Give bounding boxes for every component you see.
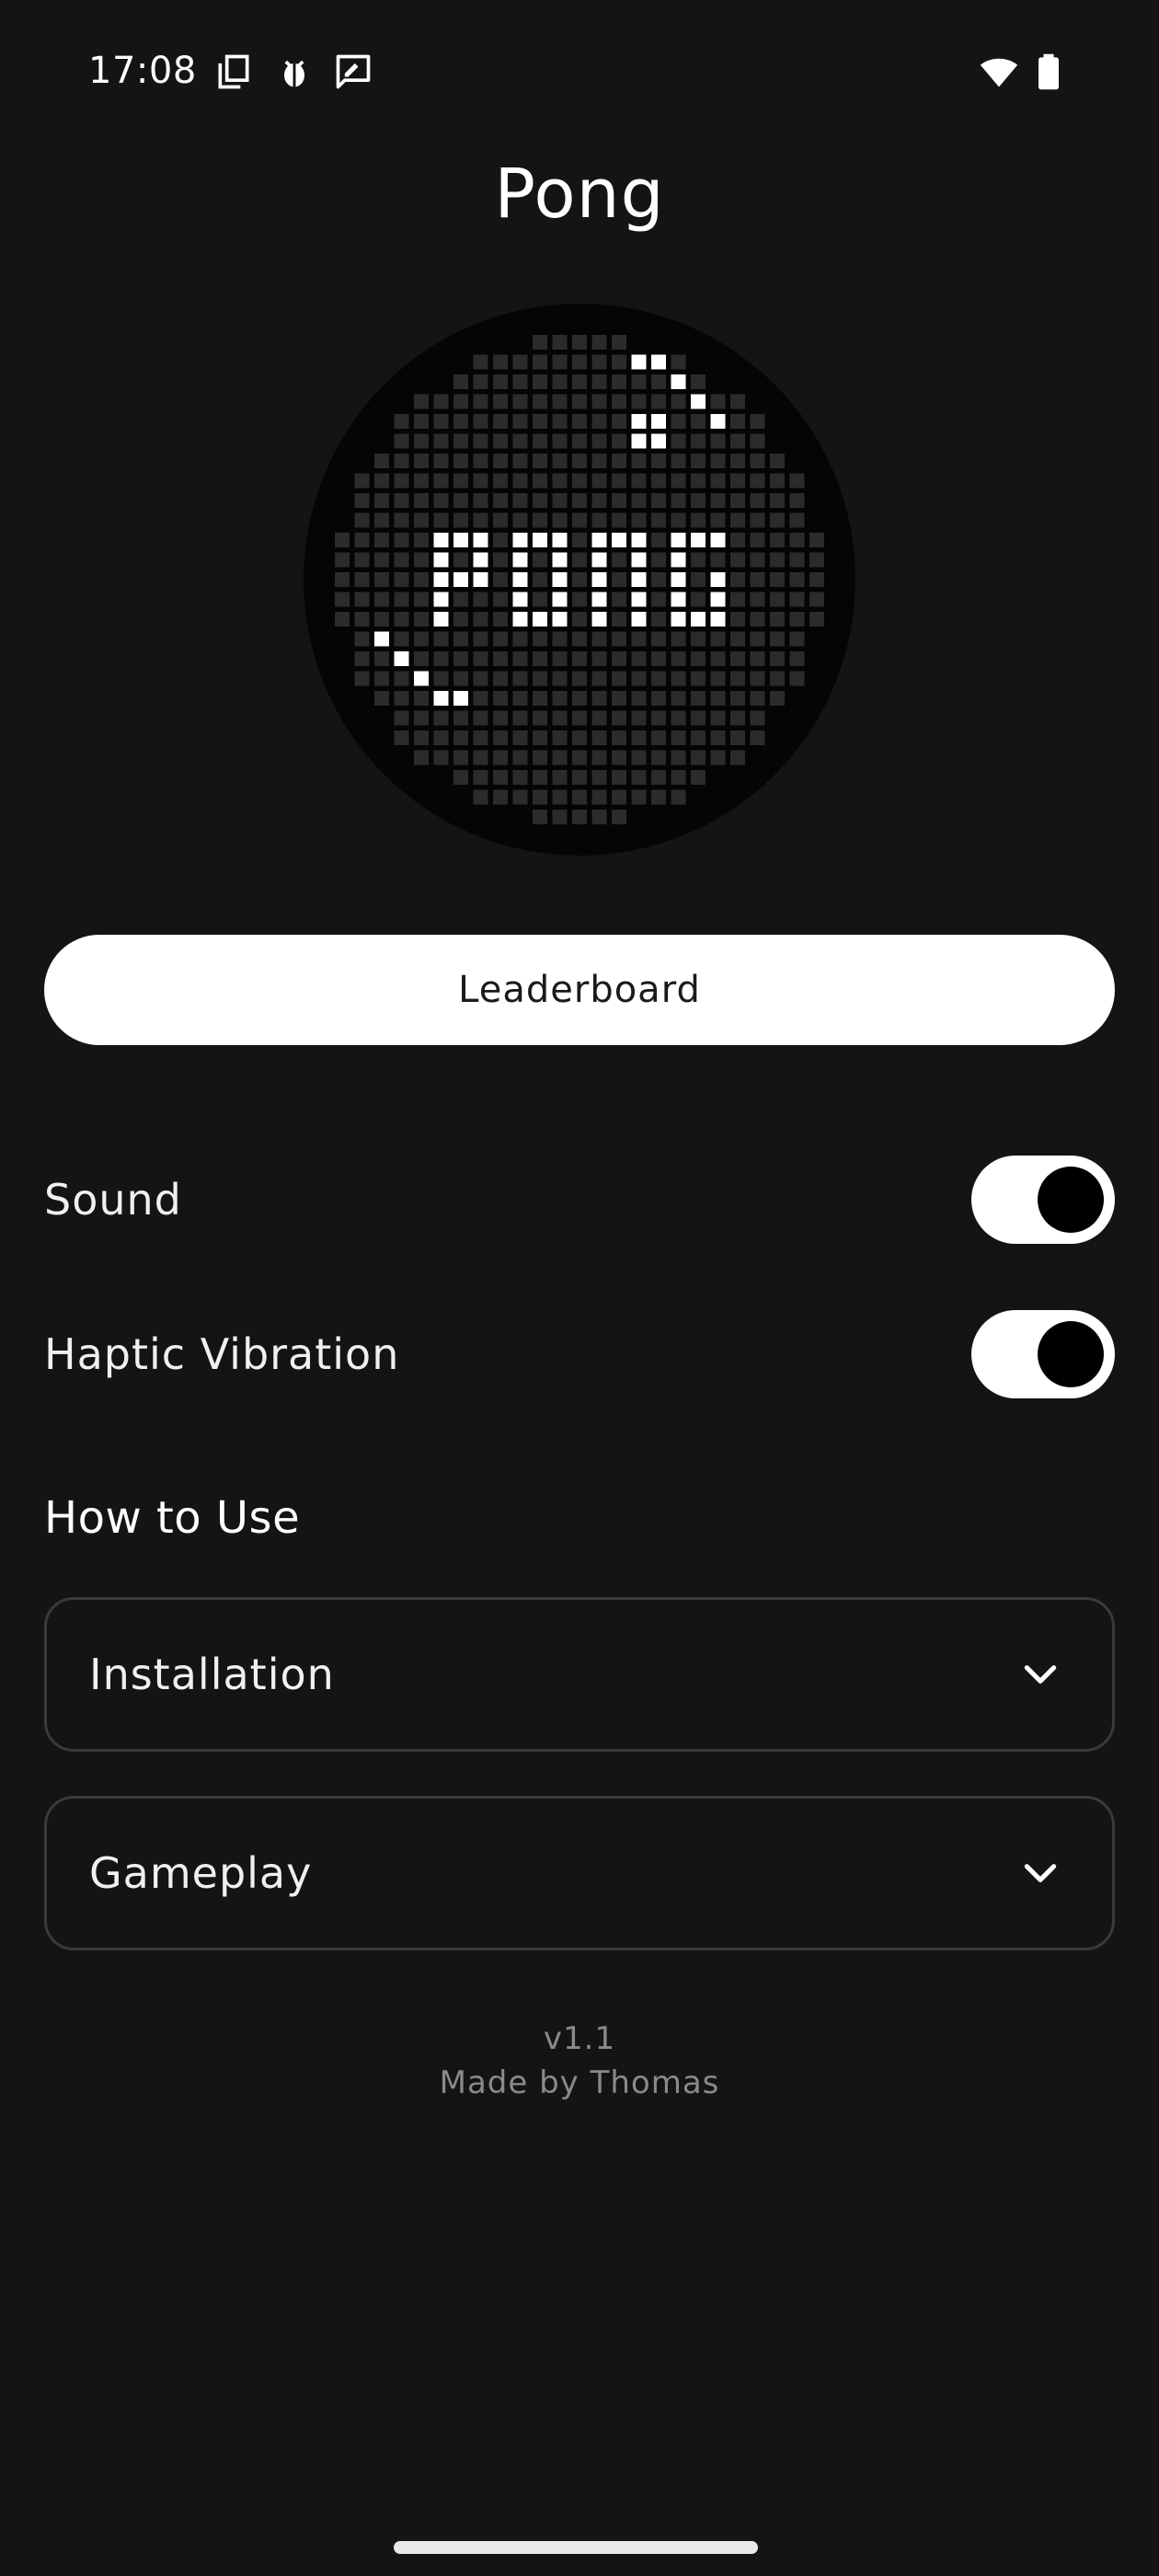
chat-edit-icon — [333, 52, 373, 92]
footer: v1.1 Made by Thomas — [0, 2017, 1159, 2105]
pong-logo-icon — [304, 304, 855, 856]
page-title: Pong — [494, 155, 665, 234]
accordion-label: Installation — [89, 1650, 335, 1699]
haptic-vibration-toggle[interactable] — [971, 1310, 1115, 1398]
battery-icon — [1028, 52, 1069, 92]
accordion-gameplay[interactable]: Gameplay — [44, 1796, 1115, 1950]
setting-row-sound: Sound — [44, 1154, 1115, 1246]
version-text: v1.1 — [543, 2020, 616, 2057]
leaderboard-button[interactable]: Leaderboard — [44, 935, 1115, 1045]
chevron-down-icon — [1020, 1853, 1061, 1893]
how-to-use-title: How to Use — [44, 1492, 301, 1544]
copy-icon — [213, 52, 254, 92]
haptic-vibration-label: Haptic Vibration — [44, 1329, 400, 1379]
toggle-knob — [1038, 1167, 1104, 1233]
setting-row-haptic: Haptic Vibration — [44, 1308, 1115, 1400]
toggle-knob — [1038, 1321, 1104, 1387]
bug-icon — [274, 52, 315, 92]
sound-toggle[interactable] — [971, 1156, 1115, 1244]
accordion-installation[interactable]: Installation — [44, 1597, 1115, 1752]
wifi-icon — [979, 52, 1019, 92]
home-indicator[interactable] — [394, 2541, 758, 2554]
sound-label: Sound — [44, 1175, 182, 1225]
accordion-label: Gameplay — [89, 1848, 313, 1898]
status-bar: 17:08 — [0, 0, 1159, 147]
status-time: 17:08 — [88, 50, 197, 92]
credit-text: Made by Thomas — [439, 2064, 720, 2101]
chevron-down-icon — [1020, 1654, 1061, 1695]
